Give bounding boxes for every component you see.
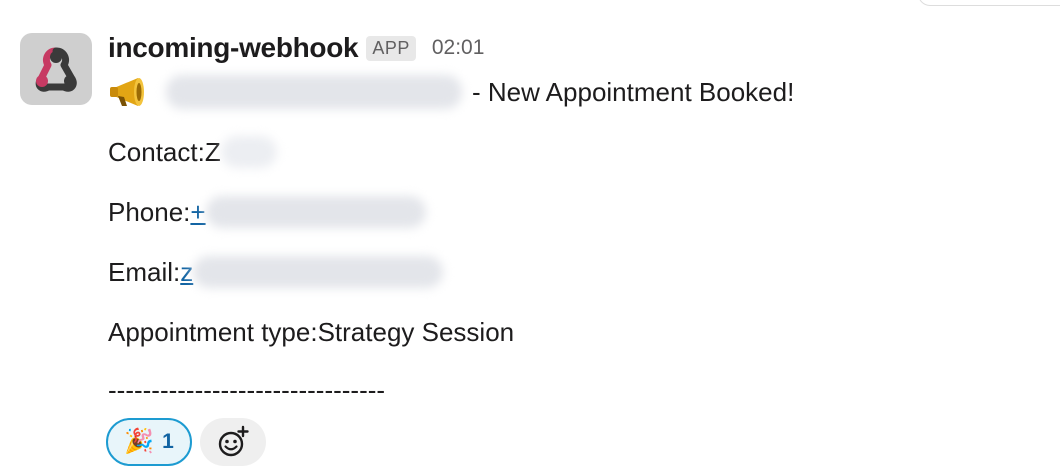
phone-label: Phone:	[108, 197, 191, 227]
timestamp[interactable]: 02:01	[432, 36, 485, 60]
party-popper-icon: 🎉	[124, 428, 155, 455]
redacted-phone-number	[205, 196, 426, 228]
phone-link[interactable]: +	[190, 194, 205, 230]
add-reaction-button[interactable]	[200, 418, 266, 466]
app-badge: APP	[366, 35, 416, 61]
appointment-label: Appointment type:	[108, 317, 318, 347]
contact-line: Contact: Z	[108, 134, 277, 170]
sender-name[interactable]: incoming-webhook	[108, 32, 359, 64]
appointment-line: Appointment type: Strategy Session	[108, 314, 514, 350]
contact-label: Contact:	[108, 137, 205, 167]
appointment-value: Strategy Session	[317, 317, 515, 347]
redacted-company-name	[166, 75, 462, 109]
redacted-contact-name	[220, 136, 277, 168]
reactions-bar: 🎉 1	[106, 418, 266, 466]
webhook-icon	[35, 47, 77, 92]
email-line: Email: z	[108, 254, 444, 290]
megaphone-icon	[110, 78, 144, 106]
message-title-line: - New Appointment Booked!	[108, 74, 794, 110]
top-toolbar-edge	[918, 0, 1060, 6]
contact-value: Z	[204, 137, 221, 167]
email-link[interactable]: z	[180, 254, 193, 290]
divider-line: --------------------------------	[108, 372, 385, 408]
avatar[interactable]	[20, 33, 92, 105]
message-header: incoming-webhook APP 02:01	[108, 30, 484, 66]
add-reaction-icon	[218, 425, 249, 457]
redacted-email-address	[193, 256, 444, 288]
email-label: Email:	[108, 257, 181, 287]
reaction-count: 1	[162, 430, 174, 453]
message-title-text: - New Appointment Booked!	[472, 77, 795, 107]
reaction-party-popper[interactable]: 🎉 1	[106, 418, 192, 466]
text-divider: --------------------------------	[108, 375, 386, 405]
message-container: incoming-webhook APP 02:01 - New Appoint…	[0, 0, 1060, 476]
phone-line: Phone: +	[108, 194, 426, 230]
